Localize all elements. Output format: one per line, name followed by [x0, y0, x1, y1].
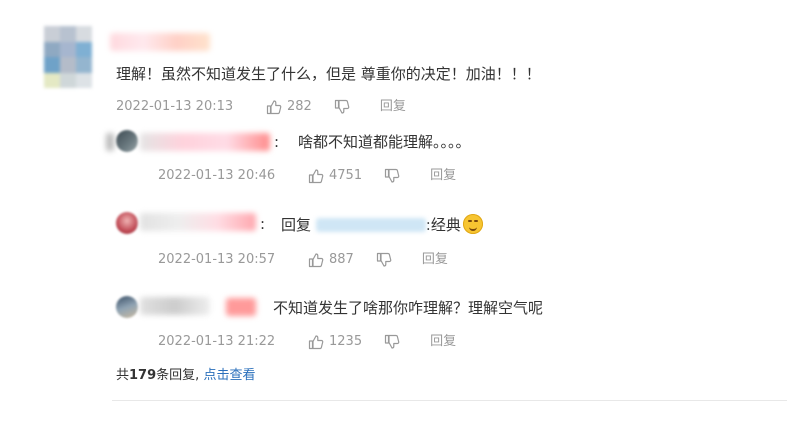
username-blurred[interactable]: [140, 213, 256, 231]
reply-text: :经典: [425, 216, 461, 234]
reply-text-line: 回复 :经典: [281, 214, 483, 235]
divider: [112, 400, 787, 401]
reply-avatar[interactable]: [116, 296, 138, 318]
dislike-button[interactable]: [376, 252, 392, 268]
reply-count-footer: 共179条回复, 点击查看: [116, 367, 255, 385]
footer-suffix: 条回复,: [156, 368, 200, 383]
comment-time: 2022-01-13 21:22: [158, 334, 276, 349]
username-blurred[interactable]: [226, 298, 256, 316]
thumbs-down-icon: [384, 168, 400, 183]
thumbs-up-icon: [308, 335, 324, 350]
mention-link-blurred[interactable]: [315, 218, 426, 232]
thumbs-up-icon: [266, 100, 282, 115]
reply-meta: 2022-01-13 21:22 1235 回复: [158, 333, 456, 351]
reply-meta: 2022-01-13 20:46 4751 回复: [158, 167, 456, 185]
like-button[interactable]: 887: [308, 251, 354, 269]
reply-text: 不知道发生了啥那你咋理解？理解空气呢: [273, 299, 544, 317]
reply-text: 啥都不知道都能理解。。。。: [298, 133, 471, 151]
comment-time: 2022-01-13 20:46: [158, 168, 276, 183]
main-comment-text: 理解！虽然不知道发生了什么，但是 尊重你的决定！加油！！！: [116, 65, 541, 83]
thumbs-down-icon: [334, 99, 350, 114]
like-button[interactable]: 1235: [308, 333, 362, 351]
avatar[interactable]: [44, 26, 92, 88]
like-count: 282: [287, 99, 312, 114]
reply-avatar[interactable]: [116, 130, 138, 152]
reply-count: 179: [129, 368, 157, 383]
like-count: 887: [329, 252, 354, 267]
thumbs-up-icon: [308, 253, 324, 268]
dislike-button[interactable]: [384, 334, 400, 350]
reply-prefix: 回复: [281, 216, 312, 234]
view-replies-link[interactable]: 点击查看: [203, 368, 255, 383]
dislike-button[interactable]: [384, 168, 400, 184]
username-blurred[interactable]: [140, 133, 270, 151]
footer-prefix: 共: [116, 368, 130, 383]
reply-button[interactable]: 回复: [430, 167, 456, 185]
like-count: 4751: [329, 168, 363, 183]
reply-button[interactable]: 回复: [422, 251, 448, 269]
reply-button[interactable]: 回复: [430, 333, 456, 351]
smile-emoji-icon: [462, 214, 483, 234]
username-blurred[interactable]: [140, 297, 210, 315]
dislike-button[interactable]: [334, 99, 350, 115]
like-button[interactable]: 4751: [308, 167, 362, 185]
comment-time: 2022-01-13 20:57: [158, 252, 276, 267]
comment-time: 2022-01-13 20:13: [116, 99, 234, 114]
thumbs-down-icon: [376, 252, 392, 267]
like-button[interactable]: 282: [266, 98, 312, 116]
reply-separator: :: [274, 133, 280, 151]
like-count: 1235: [329, 334, 363, 349]
thumbs-down-icon: [384, 334, 400, 349]
username-blurred[interactable]: [106, 133, 114, 151]
thumbs-up-icon: [308, 169, 324, 184]
reply-button[interactable]: 回复: [380, 98, 406, 116]
username-blurred[interactable]: [110, 33, 210, 51]
reply-avatar[interactable]: [116, 212, 138, 234]
main-comment-meta: 2022-01-13 20:13 282 回复: [116, 98, 406, 116]
reply-separator: :: [260, 215, 266, 233]
reply-meta: 2022-01-13 20:57 887 回复: [158, 251, 448, 269]
